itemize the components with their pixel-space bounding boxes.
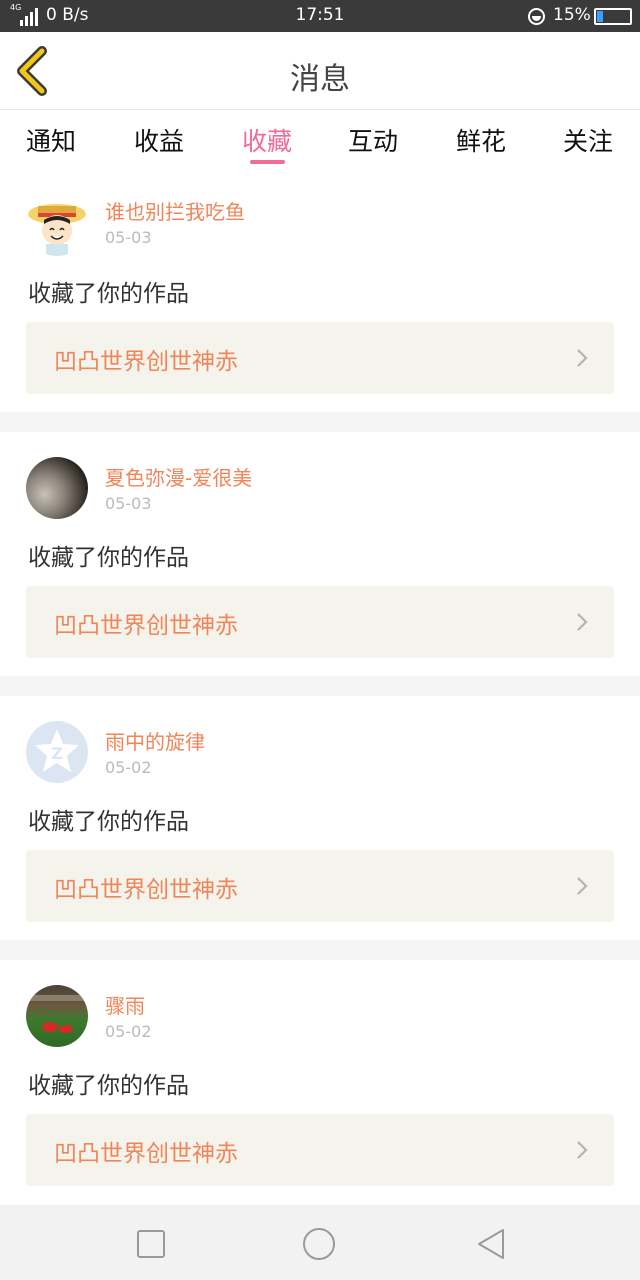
avatar[interactable] (26, 457, 88, 519)
tab-earnings[interactable]: 收益 (119, 122, 199, 158)
battery-icon (594, 8, 632, 25)
status-bar: 4G 0 B/s 17:51 15% (0, 0, 640, 32)
date: 05-03 (105, 228, 152, 247)
action-text: 收藏了你的作品 (28, 1073, 189, 1099)
page-title: 消息 (290, 62, 350, 97)
work-link[interactable]: 凹凸世界创世神赤 (26, 1114, 614, 1186)
header: 消息 (0, 32, 640, 110)
work-title: 凹凸世界创世神赤 (54, 349, 238, 375)
username[interactable]: 雨中的旋律 (105, 726, 205, 755)
username[interactable]: 骤雨 (105, 990, 145, 1019)
avatar[interactable]: Z (26, 721, 88, 783)
chevron-right-icon (577, 349, 588, 367)
battery-percent: 15% (553, 5, 591, 25)
username[interactable]: 谁也别拦我吃鱼 (105, 196, 245, 225)
nav-circle-icon[interactable] (302, 1227, 336, 1261)
work-link[interactable]: 凹凸世界创世神赤 (26, 586, 614, 658)
action-text: 收藏了你的作品 (28, 545, 189, 571)
work-link[interactable]: 凹凸世界创世神赤 (26, 322, 614, 394)
work-title: 凹凸世界创世神赤 (54, 613, 238, 639)
chevron-right-icon (577, 877, 588, 895)
date: 05-03 (105, 494, 152, 513)
system-nav-bar (0, 1205, 640, 1280)
action-text: 收藏了你的作品 (28, 809, 189, 835)
notification-card: 夏色弥漫-爱很美 05-03 收藏了你的作品 凹凸世界创世神赤 (0, 432, 640, 676)
avatar[interactable] (26, 985, 88, 1047)
notification-card: 骤雨 05-02 收藏了你的作品 凹凸世界创世神赤 (0, 960, 640, 1205)
work-title: 凹凸世界创世神赤 (54, 1141, 238, 1167)
chevron-right-icon (577, 1141, 588, 1159)
date: 05-02 (105, 1022, 152, 1041)
username[interactable]: 夏色弥漫-爱很美 (105, 462, 252, 491)
active-tab-indicator (250, 160, 285, 164)
divider (0, 676, 640, 696)
nav-triangle-icon[interactable] (474, 1227, 508, 1261)
divider (0, 412, 640, 432)
date: 05-02 (105, 758, 152, 777)
tab-notifications[interactable]: 通知 (11, 122, 91, 158)
tab-following[interactable]: 关注 (548, 122, 628, 158)
notification-card: Z 雨中的旋律 05-02 收藏了你的作品 凹凸世界创世神赤 (0, 696, 640, 940)
tab-bar: 通知 收益 收藏 互动 鲜花 关注 (0, 110, 640, 172)
tab-favorites[interactable]: 收藏 (227, 122, 307, 158)
work-link[interactable]: 凹凸世界创世神赤 (26, 850, 614, 922)
notification-card: 谁也别拦我吃鱼 05-03 收藏了你的作品 凹凸世界创世神赤 (0, 172, 640, 416)
svg-text:Z: Z (51, 744, 63, 763)
action-text: 收藏了你的作品 (28, 281, 189, 307)
chevron-right-icon (577, 613, 588, 631)
tab-interactions[interactable]: 互动 (333, 122, 413, 158)
nav-square-icon[interactable] (134, 1227, 168, 1261)
battery-saver-icon (528, 8, 545, 25)
divider (0, 940, 640, 960)
work-title: 凹凸世界创世神赤 (54, 877, 238, 903)
avatar[interactable] (26, 194, 88, 256)
tab-flowers[interactable]: 鲜花 (441, 122, 521, 158)
